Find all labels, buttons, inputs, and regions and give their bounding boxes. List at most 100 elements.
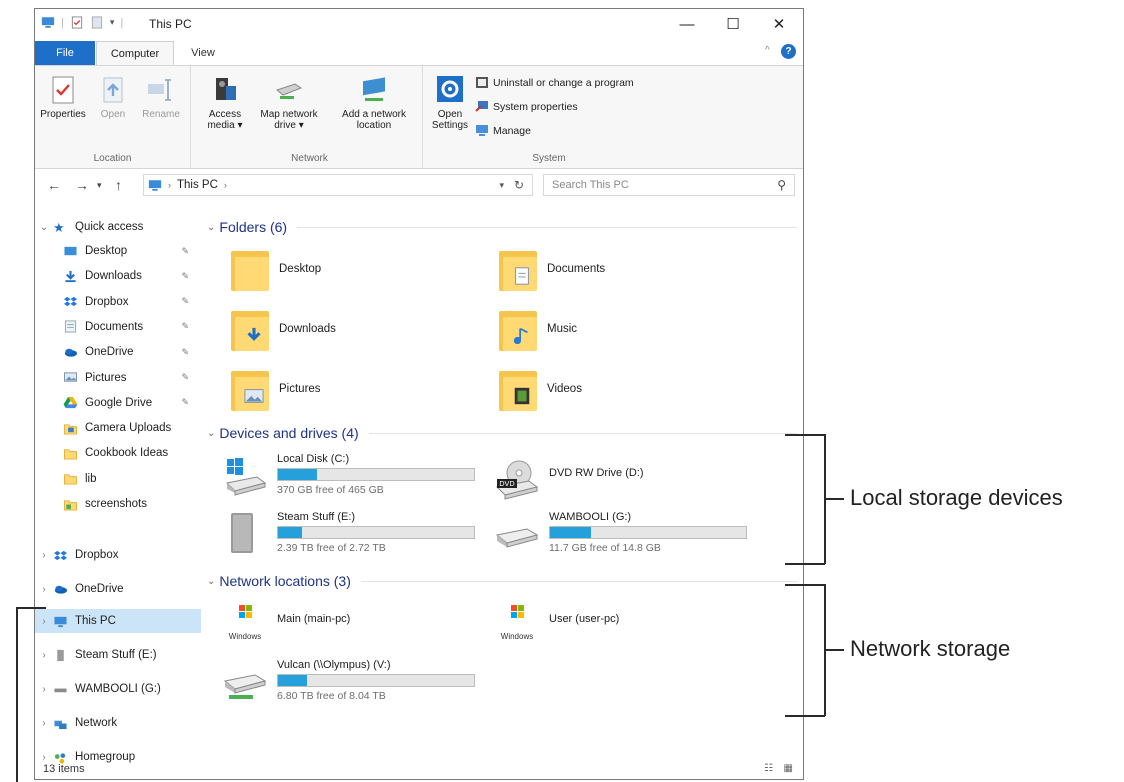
system-properties-button[interactable]: System properties bbox=[475, 100, 578, 113]
network-item-vulcan[interactable]: Vulcan (\\Olympus) (V:) 6.80 TB free of … bbox=[221, 659, 475, 705]
pin-icon[interactable]: ✎ bbox=[181, 397, 189, 408]
rename-icon bbox=[148, 79, 171, 101]
drive-item-d[interactable]: DVD DVD RW Drive (D:) bbox=[493, 457, 644, 503]
nav-quick-item[interactable]: lib bbox=[35, 467, 201, 491]
customize-toolbar-icon[interactable]: ▾ bbox=[110, 17, 115, 28]
nav-quick-item[interactable]: Dropbox ✎ bbox=[35, 290, 201, 314]
folder-item[interactable]: Downloads bbox=[231, 307, 336, 351]
expand-chevron-icon[interactable]: › bbox=[35, 718, 53, 729]
drive-free-space: 2.39 TB free of 2.72 TB bbox=[277, 542, 386, 554]
back-arrow-icon[interactable]: ← bbox=[47, 177, 61, 193]
folder-name: Desktop bbox=[279, 263, 322, 275]
collapse-chevron-icon[interactable]: ⌄ bbox=[207, 428, 215, 439]
minimize-button[interactable]: — bbox=[667, 13, 707, 35]
expand-chevron-icon[interactable]: › bbox=[35, 684, 53, 695]
expand-chevron-icon[interactable]: › bbox=[35, 616, 53, 627]
tab-computer[interactable]: Computer bbox=[96, 41, 174, 65]
nav-label: This PC bbox=[75, 615, 116, 627]
forward-arrow-icon[interactable]: → bbox=[75, 177, 89, 193]
nav-root-item[interactable]: › WAMBOOLI (G:) bbox=[35, 677, 201, 701]
collapse-ribbon-icon[interactable]: ^ bbox=[765, 45, 770, 56]
pin-icon[interactable]: ✎ bbox=[181, 296, 189, 307]
pin-icon[interactable]: ✎ bbox=[181, 347, 189, 358]
system-properties-icon bbox=[475, 101, 488, 112]
collapse-chevron-icon[interactable]: ⌄ bbox=[207, 576, 215, 587]
address-dropdown-icon[interactable]: ▾ bbox=[499, 180, 504, 191]
pin-icon[interactable]: ✎ bbox=[181, 271, 189, 282]
folder-item[interactable]: Videos bbox=[499, 367, 582, 411]
this-pc-icon bbox=[148, 179, 162, 191]
nav-quick-item[interactable]: OneDrive ✎ bbox=[35, 340, 201, 364]
nav-quick-item[interactable]: Documents ✎ bbox=[35, 315, 201, 339]
nav-root-item[interactable]: › Dropbox bbox=[35, 543, 201, 567]
network-item-user[interactable]: Windows User (user-pc) bbox=[493, 603, 619, 641]
open-button[interactable]: Open bbox=[93, 74, 133, 120]
uninstall-program-button[interactable]: Uninstall or change a program bbox=[475, 76, 634, 89]
close-button[interactable]: ✕ bbox=[759, 13, 799, 35]
maximize-button[interactable]: ☐ bbox=[713, 13, 753, 35]
drive-item-g[interactable]: WAMBOOLI (G:) 11.7 GB free of 14.8 GB bbox=[493, 511, 747, 557]
breadcrumb-this-pc[interactable]: This PC bbox=[177, 179, 218, 191]
properties-button[interactable]: Properties bbox=[40, 74, 86, 120]
expand-chevron-icon[interactable]: › bbox=[35, 650, 53, 661]
nav-quick-item[interactable]: screenshots bbox=[35, 492, 201, 516]
wmp-label: Windows bbox=[228, 632, 262, 641]
properties-icon[interactable] bbox=[70, 16, 84, 29]
network-item-main[interactable]: Windows Main (main-pc) bbox=[221, 603, 350, 641]
nav-quick-item[interactable]: Camera Uploads bbox=[35, 416, 201, 440]
folder-item[interactable]: Pictures bbox=[231, 367, 321, 411]
pin-icon[interactable]: ✎ bbox=[181, 372, 189, 383]
expand-chevron-icon[interactable]: ⌄ bbox=[35, 222, 53, 233]
svg-text:DVD: DVD bbox=[499, 480, 514, 488]
pin-icon[interactable]: ✎ bbox=[181, 246, 189, 257]
nav-root-item[interactable]: › This PC bbox=[35, 609, 201, 633]
external-drive-icon bbox=[231, 513, 253, 553]
nav-root-item[interactable]: › Steam Stuff (E:) bbox=[35, 643, 201, 667]
refresh-icon[interactable]: ↻ bbox=[514, 178, 524, 192]
screenshots-icon bbox=[64, 499, 77, 511]
details-view-icon[interactable]: ☷ bbox=[764, 763, 773, 774]
manage-button[interactable]: Manage bbox=[475, 124, 531, 137]
drive-usage-bar bbox=[277, 468, 475, 481]
nav-quick-item[interactable]: Pictures ✎ bbox=[35, 366, 201, 390]
group-header-network[interactable]: ⌄ Network locations (3) bbox=[207, 573, 797, 589]
nav-root-item[interactable]: › Network bbox=[35, 711, 201, 735]
nav-quick-item[interactable]: Downloads ✎ bbox=[35, 264, 201, 288]
nav-quick-access[interactable]: ⌄ ★ Quick access bbox=[35, 215, 201, 239]
address-bar[interactable]: › This PC › ▾ ↻ bbox=[143, 174, 533, 196]
collapse-chevron-icon[interactable]: ⌄ bbox=[207, 222, 215, 233]
recent-locations-icon[interactable]: ▾ bbox=[97, 180, 102, 191]
figure: | ▾ | This PC — ☐ ✕ File Computer View ^… bbox=[0, 0, 1124, 782]
up-arrow-icon[interactable]: ↑ bbox=[115, 177, 122, 193]
tab-file[interactable]: File bbox=[35, 41, 95, 65]
pictures-icon bbox=[64, 372, 77, 382]
access-media-button[interactable]: Access media ▾ bbox=[201, 74, 249, 131]
search-input[interactable]: Search This PC ⚲ bbox=[543, 174, 795, 196]
drive-item-e[interactable]: Steam Stuff (E:) 2.39 TB free of 2.72 TB bbox=[221, 511, 475, 557]
tab-view[interactable]: View bbox=[180, 41, 226, 65]
drive-free-space: 6.80 TB free of 8.04 TB bbox=[277, 690, 386, 702]
add-network-location-button[interactable]: Add a network location bbox=[331, 74, 417, 131]
expand-chevron-icon[interactable]: › bbox=[35, 584, 53, 595]
nav-quick-item[interactable]: Cookbook Ideas bbox=[35, 441, 201, 465]
rename-button[interactable]: Rename bbox=[139, 74, 183, 120]
open-settings-button[interactable]: Open Settings bbox=[429, 74, 471, 131]
group-header-drives[interactable]: ⌄ Devices and drives (4) bbox=[207, 425, 797, 441]
folder-icon bbox=[499, 247, 537, 291]
window-title: This PC bbox=[149, 17, 192, 31]
nav-quick-item[interactable]: Google Drive ✎ bbox=[35, 391, 201, 415]
folder-item[interactable]: Desktop bbox=[231, 247, 321, 291]
nav-root-item[interactable]: › OneDrive bbox=[35, 577, 201, 601]
drive-item-c[interactable]: Local Disk (C:) 370 GB free of 465 GB bbox=[221, 453, 475, 499]
map-network-drive-button[interactable]: Map network drive ▾ bbox=[253, 74, 325, 131]
nav-quick-item[interactable]: Desktop ✎ bbox=[35, 239, 201, 263]
large-icons-view-icon[interactable]: ▦ bbox=[784, 763, 793, 774]
folder-item[interactable]: Music bbox=[499, 307, 577, 351]
pin-icon[interactable]: ✎ bbox=[181, 321, 189, 332]
help-icon[interactable]: ? bbox=[781, 44, 796, 59]
expand-chevron-icon[interactable]: › bbox=[35, 550, 53, 561]
new-folder-icon[interactable] bbox=[90, 16, 104, 29]
folder-item[interactable]: Documents bbox=[499, 247, 605, 291]
nav-label: Dropbox bbox=[85, 295, 129, 308]
group-header-folders[interactable]: ⌄ Folders (6) bbox=[207, 219, 797, 235]
